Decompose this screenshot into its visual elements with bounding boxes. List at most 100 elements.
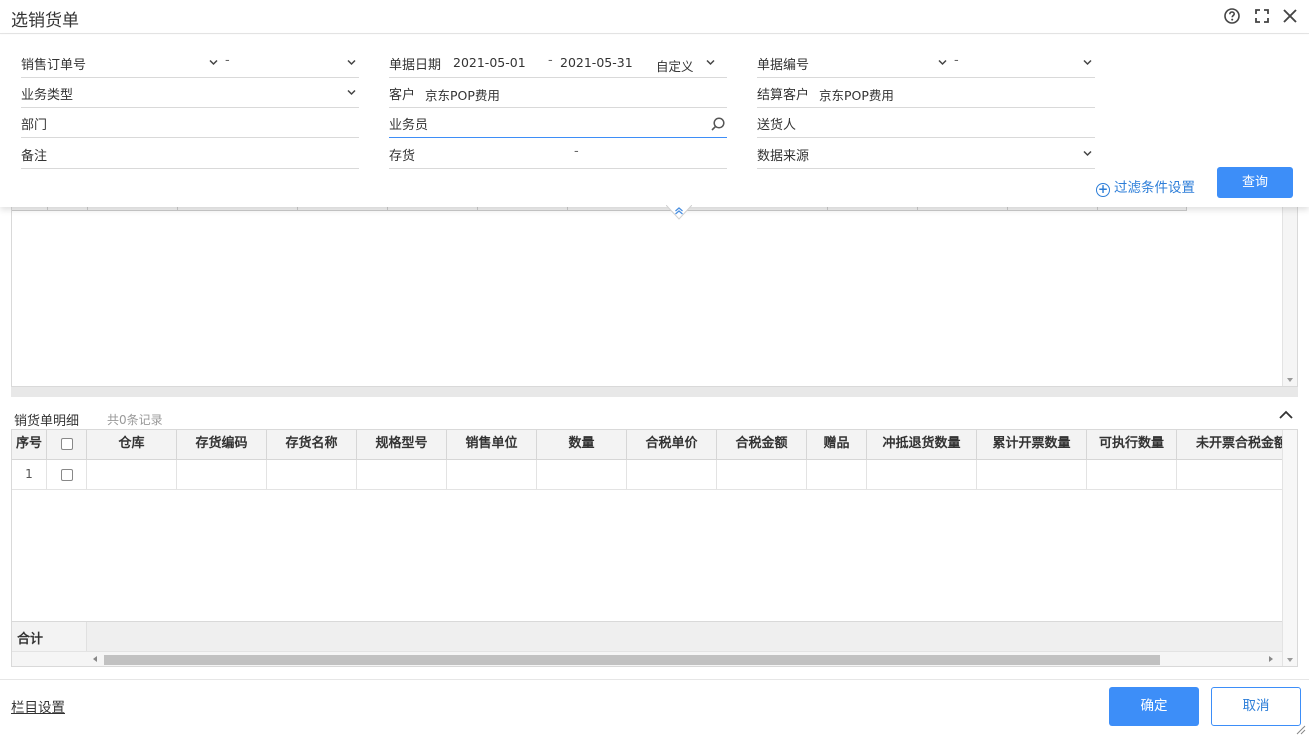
scroll-left-icon[interactable] [93,656,97,662]
table-cell[interactable] [1177,460,1282,490]
dialog-title: 选销货单 [11,11,79,31]
salesperson-label: 业务员 [389,118,429,133]
date-to-input[interactable]: 2021-05-31 [560,55,633,70]
table-cell[interactable] [867,460,977,490]
column-header[interactable]: 未开票合税金额 [1177,430,1282,460]
chevron-up-icon[interactable] [1277,406,1295,424]
filter-settings-link[interactable]: + 过滤条件设置 [1096,176,1195,197]
close-icon[interactable] [1281,7,1299,25]
date-range-mode-select[interactable]: 自定义 [656,56,694,75]
chevron-down-icon[interactable] [209,58,218,67]
doc-date-field[interactable]: 单据日期 2021-05-01 - 2021-05-31 自定义 [389,48,727,78]
remark-field[interactable]: 备注 [21,139,359,169]
sales-order-no-label: 销售订单号 [21,58,87,73]
filter-settings-label: 过滤条件设置 [1114,180,1195,196]
range-separator: - [574,144,579,159]
business-type-field[interactable]: 业务类型 [21,78,359,108]
column-header[interactable]: 规格型号 [357,430,447,460]
settle-customer-field[interactable]: 结算客户 京东POP费用 [757,78,1095,108]
doc-no-label: 单据编号 [757,58,810,73]
customer-field[interactable]: 客户 京东POP费用 [389,78,727,108]
column-header[interactable]: 合税单价 [627,430,717,460]
inventory-field[interactable]: 存货 - [389,139,727,169]
column-header[interactable]: 累计开票数量 [977,430,1087,460]
detail-vertical-scrollbar[interactable] [1282,430,1297,666]
footer-divider [0,679,1309,680]
chevron-down-icon[interactable] [938,58,947,67]
help-icon[interactable] [1223,7,1241,25]
column-header[interactable]: 可执行数量 [1087,430,1177,460]
inventory-label: 存货 [389,149,416,164]
column-header[interactable]: 冲抵退货数量 [867,430,977,460]
table-cell[interactable] [177,460,267,490]
collapse-filter-icon[interactable] [666,205,692,223]
confirm-button[interactable]: 确定 [1109,687,1199,726]
table-cell[interactable] [717,460,807,490]
column-settings-link[interactable]: 栏目设置 [11,696,65,716]
date-from-input[interactable]: 2021-05-01 [453,55,526,70]
cancel-button[interactable]: 取消 [1211,687,1301,726]
table-cell[interactable] [627,460,717,490]
deliverer-label: 送货人 [757,118,797,133]
business-type-label: 业务类型 [21,88,74,103]
column-header[interactable]: 合税金额 [717,430,807,460]
scroll-right-icon[interactable] [1269,656,1273,662]
table-cell[interactable] [537,460,627,490]
data-source-field[interactable]: 数据来源 [757,139,1095,169]
department-label: 部门 [21,118,48,133]
select-all-checkbox[interactable] [47,430,87,460]
table-cell[interactable] [807,460,867,490]
table-cell[interactable] [1087,460,1177,490]
doc-date-label: 单据日期 [389,58,442,73]
table-row[interactable]: 1 [12,460,1282,490]
detail-record-count: 共0条记录 [107,413,163,427]
column-header[interactable]: 销售单位 [447,430,537,460]
total-label: 合计 [17,632,44,647]
column-header[interactable]: 存货编码 [177,430,267,460]
detail-horizontal-scrollbar[interactable] [12,651,1282,666]
filter-panel: 销售订单号 - 单据日期 2021-05-01 - 2021-05-31 自定义… [0,35,1309,207]
detail-title: 销货单明细 [14,414,80,429]
maximize-icon[interactable] [1253,7,1271,25]
chevron-down-icon[interactable] [1083,149,1092,158]
table-cell[interactable] [977,460,1087,490]
column-header[interactable]: 赠品 [807,430,867,460]
deliverer-field[interactable]: 送货人 [757,108,1095,138]
row-index: 1 [12,460,47,490]
table-cell[interactable] [447,460,537,490]
column-header[interactable]: 序号 [12,430,47,460]
splitter[interactable] [11,387,1298,397]
range-separator: - [225,53,230,68]
select-sales-delivery-dialog: 选销货单 销售订单号 - 单据日期 2021-05-01 - 2021-05-3… [0,0,1309,738]
doc-no-field[interactable]: 单据编号 - [757,48,1095,78]
settle-customer-label: 结算客户 [757,88,810,103]
column-header[interactable]: 存货名称 [267,430,357,460]
customer-label: 客户 [389,88,416,103]
plus-circle-icon: + [1096,182,1110,197]
column-header[interactable]: 数量 [537,430,627,460]
data-source-label: 数据来源 [757,149,810,164]
chevron-down-icon[interactable] [1083,58,1092,67]
settle-customer-value[interactable]: 京东POP费用 [819,85,894,104]
column-header[interactable]: 仓库 [87,430,177,460]
range-separator: - [954,53,959,68]
table-cell[interactable] [87,460,177,490]
chevron-down-icon[interactable] [347,88,356,97]
master-grid-vertical-scrollbar[interactable] [1282,200,1297,386]
sales-order-no-field[interactable]: 销售订单号 - [21,48,359,78]
salesperson-field[interactable]: 业务员 [389,108,727,138]
department-field[interactable]: 部门 [21,108,359,138]
detail-grid: 序号 仓库 存货编码 存货名称 规格型号 销售单位 数量 合税单价 合税金额 赠… [11,429,1298,667]
table-cell[interactable] [357,460,447,490]
chevron-down-icon[interactable] [347,58,356,67]
search-icon[interactable] [710,116,726,132]
resize-grip-icon[interactable] [1294,723,1306,735]
query-button[interactable]: 查询 [1217,167,1293,198]
master-grid [11,200,1298,387]
row-checkbox[interactable] [47,460,87,490]
title-bar: 选销货单 [0,0,1309,34]
customer-value[interactable]: 京东POP费用 [425,85,500,104]
chevron-down-icon[interactable] [706,58,715,67]
table-cell[interactable] [267,460,357,490]
scrollbar-thumb[interactable] [104,655,1160,665]
